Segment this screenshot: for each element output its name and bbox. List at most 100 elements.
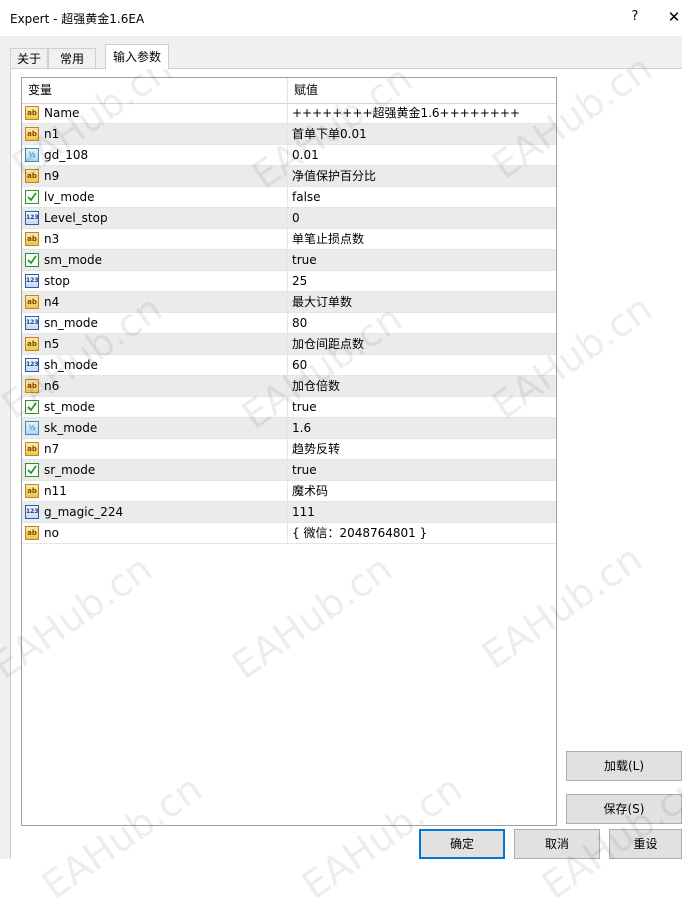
param-name: sn_mode: [44, 316, 98, 330]
string-type-icon: ab: [25, 442, 39, 456]
param-value-cell[interactable]: false: [288, 187, 556, 208]
param-name-cell[interactable]: ½ gd_108: [22, 145, 288, 166]
param-name: no: [44, 526, 59, 540]
param-name: g_magic_224: [44, 505, 124, 519]
bool-type-icon: [25, 190, 39, 204]
param-row-lv_mode[interactable]: lv_mode false: [22, 187, 556, 208]
param-name: n9: [44, 169, 60, 183]
param-row-n5[interactable]: ab n5 加仓间距点数: [22, 334, 556, 355]
string-type-icon: ab: [25, 106, 39, 120]
param-value-cell[interactable]: 60: [288, 355, 556, 376]
param-name-cell[interactable]: ab n6: [22, 376, 288, 397]
parameter-grid[interactable]: 变量 赋值 ab Name ++++++++超强黄金1.6++++++++ ab n1 首…: [21, 77, 557, 826]
param-value: ++++++++超强黄金1.6++++++++: [292, 106, 520, 120]
param-name-cell[interactable]: ab no: [22, 523, 288, 544]
param-name-cell[interactable]: ab n3: [22, 229, 288, 250]
param-name-cell[interactable]: 123 sh_mode: [22, 355, 288, 376]
param-value-cell[interactable]: true: [288, 397, 556, 418]
param-row-n1[interactable]: ab n1 首单下单0.01: [22, 124, 556, 145]
save-button[interactable]: 保存(S): [566, 794, 682, 824]
string-type-icon: ab: [25, 526, 39, 540]
param-value: 0: [292, 211, 300, 225]
param-value-cell[interactable]: 最大订单数: [288, 292, 556, 313]
param-value-cell[interactable]: 魔术码: [288, 481, 556, 502]
param-name: sk_mode: [44, 421, 98, 435]
bool-type-icon: [25, 253, 39, 267]
help-button[interactable]: ?: [625, 6, 645, 28]
param-name-cell[interactable]: ½ sk_mode: [22, 418, 288, 439]
param-row-n7[interactable]: ab n7 趋势反转: [22, 439, 556, 460]
param-value: 加仓倍数: [292, 379, 341, 393]
param-name-cell[interactable]: ab n5: [22, 334, 288, 355]
param-row-n9[interactable]: ab n9 净值保护百分比: [22, 166, 556, 187]
param-value-cell[interactable]: 0: [288, 208, 556, 229]
param-row-sk_mode[interactable]: ½ sk_mode 1.6: [22, 418, 556, 439]
param-row-sh_mode[interactable]: 123 sh_mode 60: [22, 355, 556, 376]
bool-type-icon: [25, 463, 39, 477]
param-name: n7: [44, 442, 60, 456]
param-value-cell[interactable]: 111: [288, 502, 556, 523]
param-value-cell[interactable]: 趋势反转: [288, 439, 556, 460]
param-value-cell[interactable]: 25: [288, 271, 556, 292]
param-name-cell[interactable]: ab n11: [22, 481, 288, 502]
param-row-n11[interactable]: ab n11 魔术码: [22, 481, 556, 502]
param-row-n4[interactable]: ab n4 最大订单数: [22, 292, 556, 313]
double-type-icon: ½: [25, 421, 39, 435]
param-value-cell[interactable]: true: [288, 250, 556, 271]
reset-button[interactable]: 重设: [609, 829, 682, 859]
tab-inputs[interactable]: 输入参数: [105, 44, 169, 69]
param-value-cell[interactable]: 单笔止损点数: [288, 229, 556, 250]
param-value-cell[interactable]: ++++++++超强黄金1.6++++++++: [288, 103, 556, 124]
param-name-cell[interactable]: st_mode: [22, 397, 288, 418]
ok-button[interactable]: 确定: [419, 829, 505, 859]
param-name-cell[interactable]: 123 stop: [22, 271, 288, 292]
tab-label: 关于: [16, 52, 41, 66]
column-header-variable[interactable]: 变量: [22, 78, 288, 103]
tab-about[interactable]: 关于: [10, 48, 48, 68]
param-row-st_mode[interactable]: st_mode true: [22, 397, 556, 418]
string-type-icon: ab: [25, 232, 39, 246]
param-name-cell[interactable]: sr_mode: [22, 460, 288, 481]
param-name-cell[interactable]: 123 Level_stop: [22, 208, 288, 229]
param-value-cell[interactable]: 首单下单0.01: [288, 124, 556, 145]
column-header-value[interactable]: 赋值: [288, 78, 556, 103]
param-value: true: [292, 253, 317, 267]
param-name-cell[interactable]: lv_mode: [22, 187, 288, 208]
cancel-button[interactable]: 取消: [514, 829, 600, 859]
param-value-cell[interactable]: 0.01: [288, 145, 556, 166]
param-value-cell[interactable]: 80: [288, 313, 556, 334]
param-row-gd_108[interactable]: ½ gd_108 0.01: [22, 145, 556, 166]
param-value-cell[interactable]: { 微信：2048764801 }: [288, 523, 556, 544]
param-value-cell[interactable]: 加仓间距点数: [288, 334, 556, 355]
param-name: n4: [44, 295, 60, 309]
param-value: 净值保护百分比: [292, 169, 377, 183]
param-row-stop[interactable]: 123 stop 25: [22, 271, 556, 292]
param-row-no[interactable]: ab no { 微信：2048764801 }: [22, 523, 556, 544]
tab-common[interactable]: 常用: [48, 48, 96, 68]
param-name: st_mode: [44, 400, 95, 414]
param-row-n6[interactable]: ab n6 加仓倍数: [22, 376, 556, 397]
param-value-cell[interactable]: 1.6: [288, 418, 556, 439]
param-name-cell[interactable]: ab n4: [22, 292, 288, 313]
param-name-cell[interactable]: sm_mode: [22, 250, 288, 271]
param-row-Name[interactable]: ab Name ++++++++超强黄金1.6++++++++: [22, 103, 556, 124]
param-value: false: [292, 190, 321, 204]
param-row-g_magic_224[interactable]: 123 g_magic_224 111: [22, 502, 556, 523]
param-name-cell[interactable]: ab n1: [22, 124, 288, 145]
param-value-cell[interactable]: true: [288, 460, 556, 481]
param-name-cell[interactable]: 123 sn_mode: [22, 313, 288, 334]
param-row-sm_mode[interactable]: sm_mode true: [22, 250, 556, 271]
param-row-n3[interactable]: ab n3 单笔止损点数: [22, 229, 556, 250]
param-name-cell[interactable]: ab n9: [22, 166, 288, 187]
integer-type-icon: 123: [25, 505, 39, 519]
param-row-sr_mode[interactable]: sr_mode true: [22, 460, 556, 481]
param-value-cell[interactable]: 加仓倍数: [288, 376, 556, 397]
param-value-cell[interactable]: 净值保护百分比: [288, 166, 556, 187]
param-row-Level_stop[interactable]: 123 Level_stop 0: [22, 208, 556, 229]
load-button[interactable]: 加载(L): [566, 751, 682, 781]
param-name-cell[interactable]: 123 g_magic_224: [22, 502, 288, 523]
param-name-cell[interactable]: ab n7: [22, 439, 288, 460]
close-icon[interactable]: ✕: [666, 6, 682, 28]
param-name-cell[interactable]: ab Name: [22, 103, 288, 124]
param-row-sn_mode[interactable]: 123 sn_mode 80: [22, 313, 556, 334]
